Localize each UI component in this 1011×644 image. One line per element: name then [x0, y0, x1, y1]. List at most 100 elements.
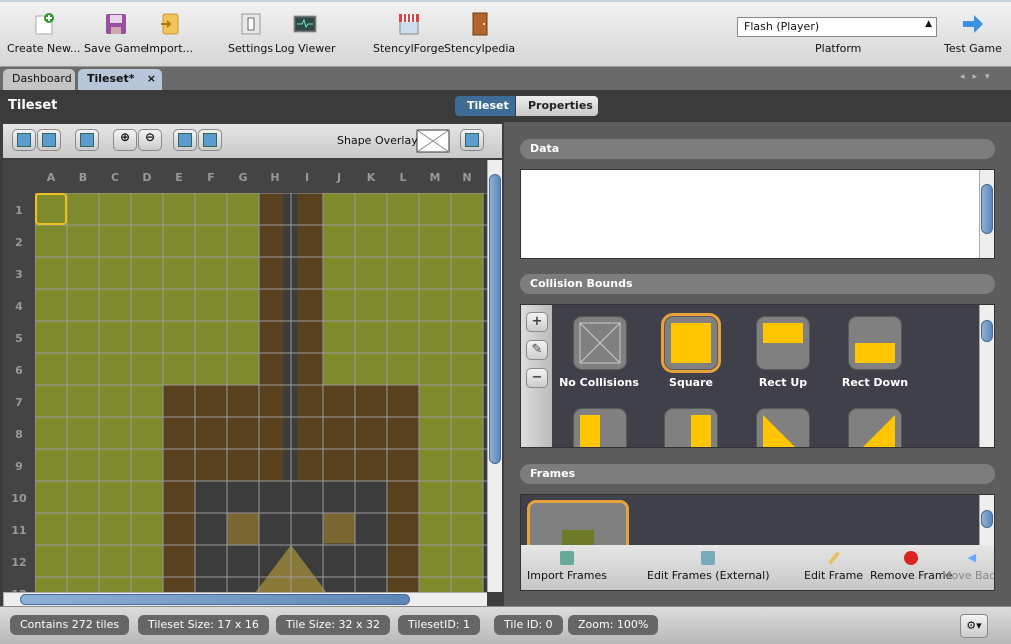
dirt-region — [227, 513, 259, 545]
edit-frame-button[interactable]: Edit Frame — [804, 551, 863, 582]
column-label: D — [142, 171, 151, 184]
test-game-button[interactable]: Test Game — [944, 12, 1002, 55]
arrow-right-icon — [962, 15, 983, 33]
fit-view-button[interactable] — [460, 129, 484, 151]
vertical-scrollbar[interactable] — [487, 160, 502, 592]
paint-icon — [701, 551, 716, 565]
row-label: 12 — [11, 556, 26, 569]
add-tiles-button[interactable] — [12, 129, 36, 151]
scroll-thumb[interactable] — [20, 594, 410, 605]
dirt-region — [163, 385, 259, 481]
horizontal-scrollbar[interactable] — [3, 592, 487, 606]
move-back-button[interactable]: ◀Move Back — [942, 551, 994, 582]
tile-grid[interactable]: ABCDEFGHIJKLMN12345678910111213 — [3, 160, 487, 592]
create-new-button[interactable]: Create New... — [7, 12, 81, 55]
tile-id: Tile ID: 0 — [494, 615, 563, 635]
shape-overlay-toggle[interactable] — [416, 129, 450, 153]
zoom-in-button[interactable]: ⊕ — [113, 129, 137, 151]
save-game-button[interactable]: Save Game — [84, 12, 147, 55]
row-label: 3 — [15, 268, 23, 281]
column-label: C — [111, 171, 119, 184]
shape-label: Square — [669, 376, 713, 389]
tab-dashboard[interactable]: Dashboard — [3, 69, 75, 90]
tab-tileset-view[interactable]: Tileset — [455, 96, 515, 116]
add-tiles-icon — [17, 133, 31, 147]
remove-frame-button[interactable]: Remove Frame — [870, 551, 952, 582]
add-shape-button[interactable]: + — [526, 312, 548, 332]
edit-tile-icon — [80, 133, 94, 147]
tab-scroll-arrows-icon[interactable]: ◂▸▾ — [960, 72, 998, 82]
dirt-region — [387, 481, 419, 592]
tileset-id: TilesetID: 1 — [398, 615, 480, 635]
import-tiles-button[interactable] — [37, 129, 61, 151]
platform-label: Platform — [815, 42, 862, 55]
row-label: 5 — [15, 332, 23, 345]
row-label: 8 — [15, 428, 23, 441]
close-tab-icon[interactable]: × — [147, 72, 156, 85]
shape-label: No Collisions — [559, 376, 639, 389]
scroll-thumb[interactable] — [981, 184, 993, 234]
editor-header: Tileset Tileset Properties — [0, 90, 1011, 122]
select-tool-button[interactable] — [173, 129, 197, 151]
column-label: G — [238, 171, 247, 184]
import-icon — [160, 13, 178, 35]
edit-tile-button[interactable] — [75, 129, 99, 151]
stencylpedia-button[interactable]: Stencylpedia — [444, 12, 515, 55]
shape-slope-down[interactable] — [756, 408, 810, 447]
remove-shape-button[interactable]: − — [526, 368, 548, 388]
scroll-thumb[interactable] — [981, 320, 993, 342]
scroll-thumb[interactable] — [981, 510, 993, 528]
dirt-region — [297, 193, 323, 481]
row-label: 7 — [15, 396, 23, 409]
dirt-region — [259, 193, 283, 481]
shape-label: Rect Down — [841, 376, 909, 389]
data-section-header: Data — [520, 139, 995, 159]
shape-slope-up[interactable] — [848, 408, 902, 447]
shape-no-collisions[interactable] — [573, 316, 627, 370]
stencylforge-button[interactable]: StencylForge — [373, 12, 444, 55]
settings-icon — [241, 13, 261, 35]
row-label: 6 — [15, 364, 23, 377]
select-arrows-icon: ▲ — [925, 19, 932, 29]
frames-section-header: Frames — [520, 464, 995, 484]
column-label: E — [175, 171, 183, 184]
shape-label: Rect Up — [758, 376, 808, 389]
shape-rect-right[interactable] — [664, 408, 718, 447]
column-label: H — [270, 171, 279, 184]
column-label: M — [430, 171, 441, 184]
column-label: A — [47, 171, 56, 184]
edit-shape-button[interactable]: ✎ — [526, 340, 548, 360]
import-frames-button[interactable]: Import Frames — [527, 551, 607, 582]
pencil-icon — [827, 551, 840, 565]
settings-menu-button[interactable]: ⚙▾ — [960, 614, 988, 638]
tab-tileset[interactable]: Tileset* × — [78, 69, 162, 90]
platform-select[interactable]: Flash (Player) ▲ — [737, 17, 937, 37]
shape-rect-up[interactable] — [756, 316, 810, 370]
row-label: 10 — [11, 492, 27, 505]
tab-properties-view[interactable]: Properties — [516, 96, 598, 116]
frames-scrollbar[interactable] — [979, 495, 994, 545]
settings-button[interactable]: Settings — [228, 12, 273, 55]
data-scrollbar[interactable] — [979, 170, 994, 258]
scroll-thumb[interactable] — [489, 174, 501, 464]
collision-scrollbar[interactable] — [979, 305, 994, 447]
shape-rect-left[interactable] — [573, 408, 627, 447]
page-title: Tileset — [8, 98, 58, 113]
zoom-out-button[interactable]: ⊖ — [138, 129, 162, 151]
store-icon — [398, 14, 419, 35]
log-viewer-button[interactable]: Log Viewer — [275, 12, 336, 55]
row-label: 4 — [15, 300, 23, 313]
row-label: 2 — [15, 236, 23, 249]
frames-list: Import Frames Edit Frames (External) Edi… — [520, 494, 995, 591]
shape-rect-down[interactable] — [848, 316, 902, 370]
edit-frames-external-button[interactable]: Edit Frames (External) — [647, 551, 770, 582]
row-label: 9 — [15, 460, 23, 473]
column-label: B — [79, 171, 87, 184]
status-bar: Contains 272 tiles Tileset Size: 17 x 16… — [0, 606, 1011, 644]
dirt-region — [163, 481, 195, 592]
duplicate-tile-button[interactable] — [198, 129, 222, 151]
shape-square[interactable] — [661, 313, 721, 373]
import-button[interactable]: Import... — [146, 12, 193, 55]
duplicate-icon — [203, 133, 217, 147]
data-textarea[interactable] — [520, 169, 995, 259]
